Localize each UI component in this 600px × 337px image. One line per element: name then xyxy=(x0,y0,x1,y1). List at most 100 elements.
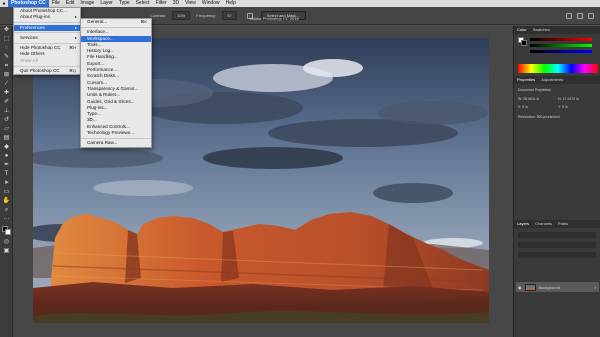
menu-item-label: About Photoshop CC... xyxy=(20,8,67,13)
frequency-field[interactable]: 57 xyxy=(222,11,237,20)
y-label: Y: xyxy=(558,105,562,109)
pref-item-technology-previews[interactable]: Technology Previews... xyxy=(81,130,151,136)
hand-tool-icon[interactable]: ✋ xyxy=(0,197,13,206)
healing-tool-icon[interactable]: ✚ xyxy=(0,89,13,98)
menu-3d[interactable]: 3D xyxy=(170,0,182,7)
properties-panel-tabs: Properties Adjustments xyxy=(514,76,600,84)
menu-separator xyxy=(14,65,80,67)
menu-type[interactable]: Type xyxy=(116,0,133,7)
menu-separator xyxy=(14,32,80,34)
menu-item-services[interactable]: Services ▸ xyxy=(14,35,80,41)
share-icon[interactable] xyxy=(588,12,594,19)
gradient-tool-icon[interactable]: ▤ xyxy=(0,134,13,143)
quick-mask-icon[interactable]: ◎ xyxy=(0,238,13,247)
search-icon[interactable] xyxy=(566,12,572,19)
lasso-tool-icon[interactable]: ◌ xyxy=(0,44,13,53)
frame-tool-icon[interactable]: ⊠ xyxy=(0,71,13,80)
contrast-label: Contrast: xyxy=(150,13,167,18)
quick-select-tool-icon[interactable]: ✎ xyxy=(0,53,13,62)
blue-slider[interactable] xyxy=(530,50,592,53)
tab-color[interactable]: Color xyxy=(517,26,527,34)
dodge-tool-icon[interactable]: ● xyxy=(0,152,13,161)
menu-item-label: General... xyxy=(87,19,108,24)
menu-item-show-all: Show All xyxy=(14,58,80,64)
height-value[interactable]: 17.9472 in xyxy=(562,97,578,101)
width-value[interactable]: 26.6611 in xyxy=(523,97,539,101)
eraser-tool-icon[interactable]: ▱ xyxy=(0,125,13,134)
blur-tool-icon[interactable]: ◆ xyxy=(0,143,13,152)
brush-tool-icon[interactable]: ✐ xyxy=(0,98,13,107)
path-select-tool-icon[interactable]: ➤ xyxy=(0,179,13,188)
menu-window[interactable]: Window xyxy=(199,0,223,7)
lock-icon: ▪ xyxy=(594,284,596,290)
panel-background-color[interactable] xyxy=(521,40,527,46)
layer-name: Background xyxy=(538,284,560,290)
contrast-field[interactable]: 10% xyxy=(172,11,191,20)
type-tool-icon[interactable]: T xyxy=(0,170,13,179)
layer-row-background[interactable]: ◉ Background ▪ xyxy=(516,282,599,292)
app-menu-dropdown: About Photoshop CC... About Plug-ins ▸ Pr… xyxy=(13,7,81,76)
shortcut-label: ⌘K xyxy=(140,19,147,24)
width-label: W: xyxy=(518,97,523,101)
background-color[interactable] xyxy=(5,229,11,235)
layer-filter-bar[interactable] xyxy=(518,232,596,238)
eye-icon[interactable]: ◉ xyxy=(518,285,522,290)
crop-tool-icon[interactable]: ⌗ xyxy=(0,62,13,71)
pen-tool-icon[interactable]: ✒ xyxy=(0,161,13,170)
zoom-tool-icon[interactable]: ⌕ xyxy=(0,206,13,215)
color-picker-swatches[interactable] xyxy=(518,37,527,46)
lock-bar[interactable] xyxy=(518,252,596,258)
screen-mode-icon[interactable]: ▣ xyxy=(0,247,13,256)
eyedropper-tool-icon[interactable]: ⁄ xyxy=(0,80,13,89)
menu-edit[interactable]: Edit xyxy=(63,0,78,7)
chevron-right-icon: ▸ xyxy=(74,24,77,30)
chevron-right-icon: ▸ xyxy=(74,34,77,40)
history-brush-tool-icon[interactable]: ↺ xyxy=(0,116,13,125)
tab-layers[interactable]: Layers xyxy=(517,220,529,228)
pref-item-general[interactable]: General... ⌘K xyxy=(81,19,151,25)
layer-thumbnail xyxy=(524,283,536,291)
menu-select[interactable]: Select xyxy=(133,0,153,7)
shape-tool-icon[interactable]: ▭ xyxy=(0,188,13,197)
apple-icon[interactable]: ● xyxy=(0,1,8,7)
tab-adjustments[interactable]: Adjustments xyxy=(541,76,563,84)
stamp-tool-icon[interactable]: ⊥ xyxy=(0,107,13,116)
color-swatches[interactable] xyxy=(0,224,13,238)
color-panel-tabs: Color Swatches xyxy=(514,26,600,34)
menu-separator xyxy=(14,42,80,44)
chevron-right-icon: ▸ xyxy=(74,14,77,20)
menu-image[interactable]: Image xyxy=(77,0,97,7)
menu-item-about-plugins[interactable]: About Plug-ins ▸ xyxy=(14,14,80,20)
menu-file[interactable]: File xyxy=(49,0,63,7)
tab-properties[interactable]: Properties xyxy=(517,76,535,84)
y-value[interactable]: 0 in xyxy=(562,105,568,109)
menu-app[interactable]: Photoshop CC xyxy=(8,0,49,7)
contrast-value: 10% xyxy=(177,13,186,18)
menu-help[interactable]: Help xyxy=(223,0,239,7)
menu-view[interactable]: View xyxy=(182,0,199,7)
blend-mode-bar[interactable] xyxy=(518,242,596,248)
tab-paths[interactable]: Paths xyxy=(558,220,568,228)
shortcut-label: ⌘Q xyxy=(68,68,76,74)
window-title: Adobe Photoshop CC 2018 xyxy=(250,16,299,21)
tab-channels[interactable]: Channels xyxy=(535,220,552,228)
menu-filter[interactable]: Filter xyxy=(153,0,170,7)
more-tools-icon[interactable]: ··· xyxy=(0,215,13,224)
height-label: H: xyxy=(558,97,562,101)
green-slider[interactable] xyxy=(530,44,592,47)
move-tool-icon[interactable]: ✥ xyxy=(0,26,13,35)
pref-item-camera-raw[interactable]: Camera Raw... xyxy=(81,140,151,146)
red-slider[interactable] xyxy=(530,38,592,41)
menu-item-quit[interactable]: Quit Photoshop CC ⌘Q xyxy=(14,68,80,74)
marquee-tool-icon[interactable]: ⬚ xyxy=(0,35,13,44)
workspace-icon[interactable] xyxy=(577,12,583,19)
tab-swatches[interactable]: Swatches xyxy=(533,26,550,34)
menu-separator xyxy=(81,137,151,139)
x-row: X: 0 in xyxy=(518,105,528,109)
menu-item-preferences[interactable]: Preferences ▸ xyxy=(14,24,80,31)
x-value[interactable]: 0 in xyxy=(522,105,528,109)
color-spectrum[interactable] xyxy=(518,64,598,73)
frequency-value: 57 xyxy=(227,13,232,18)
menu-layer[interactable]: Layer xyxy=(97,0,116,7)
tools-panel: ✥ ⬚ ◌ ✎ ⌗ ⊠ ⁄ ✚ ✐ ⊥ ↺ ▱ ▤ ◆ ● ✒ T ➤ ▭ ✋ … xyxy=(0,26,13,337)
